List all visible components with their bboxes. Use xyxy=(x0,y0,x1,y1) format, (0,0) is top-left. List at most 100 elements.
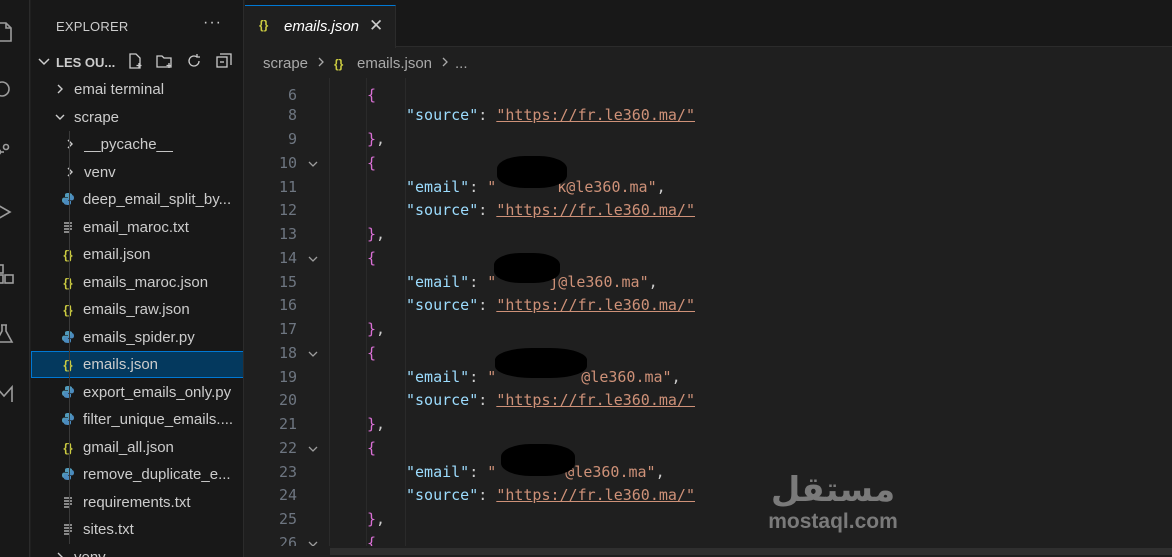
open-brace: { xyxy=(367,344,377,362)
source-url[interactable]: "https://fr.le360.ma/" xyxy=(496,486,695,504)
breadcrumb-folder[interactable]: scrape xyxy=(263,55,308,72)
extensions-icon[interactable] xyxy=(0,262,16,286)
more-actions-button[interactable]: ··· xyxy=(203,14,222,32)
json-key: "email" xyxy=(406,273,470,291)
python-file-icon xyxy=(60,467,76,483)
open-brace: { xyxy=(367,154,377,172)
fold-chevron-icon[interactable] xyxy=(306,537,320,546)
breadcrumb-file[interactable]: emails.json xyxy=(357,55,432,72)
tree-item-label: requirements.txt xyxy=(83,493,191,511)
refresh-icon[interactable] xyxy=(185,52,203,70)
line-number: 14 xyxy=(278,249,297,267)
fold-chevron-icon[interactable] xyxy=(306,157,320,171)
tree-item[interactable]: {} email.json xyxy=(31,241,243,268)
new-file-icon[interactable] xyxy=(126,52,144,70)
line-number: 21 xyxy=(278,415,297,433)
tree-item[interactable]: __pycache__ xyxy=(31,131,243,158)
indent-guide xyxy=(69,131,70,544)
fold-chevron-icon[interactable] xyxy=(306,252,320,266)
line-number: 12 xyxy=(278,201,297,219)
code-line: { xyxy=(367,342,376,365)
explorer-icon[interactable] xyxy=(0,20,16,44)
tree-item[interactable]: {} gmail_all.json xyxy=(31,434,243,461)
tree-item[interactable]: email_maroc.txt xyxy=(31,214,243,241)
open-brace: { xyxy=(367,534,377,546)
json-key: "source" xyxy=(406,486,479,504)
tree-item[interactable]: venv xyxy=(31,159,243,186)
json-file-icon: {} xyxy=(63,440,73,455)
workspace-section-header[interactable]: LES OU... xyxy=(31,48,243,76)
chevron-right-icon xyxy=(440,55,450,69)
source-url[interactable]: "https://fr.le360.ma/" xyxy=(496,296,695,314)
json-key: "email" xyxy=(406,178,470,196)
remote-explorer-icon[interactable] xyxy=(0,382,16,406)
code-line: { xyxy=(367,84,376,107)
tree-item[interactable]: sites.txt xyxy=(31,516,243,543)
tree-item[interactable]: filter_unique_emails.... xyxy=(31,406,243,433)
gutter-divider xyxy=(329,78,330,546)
tree-item[interactable]: export_emails_only.py xyxy=(31,379,243,406)
source-url[interactable]: "https://fr.le360.ma/" xyxy=(496,391,695,409)
tree-item[interactable]: {} emails_maroc.json xyxy=(31,269,243,296)
tree-item-label: scrape xyxy=(74,108,120,126)
line-number: 20 xyxy=(278,391,297,409)
code-line: "source": "https://fr.le360.ma/" xyxy=(406,296,695,314)
search-icon[interactable] xyxy=(0,79,16,103)
json-file-icon: {} xyxy=(63,275,73,290)
tree-item-label: venv xyxy=(84,163,116,181)
tree-item-label: emails.json xyxy=(83,356,159,373)
tree-item-label: filter_unique_emails.... xyxy=(83,411,234,428)
code-line: "source": "https://fr.le360.ma/" xyxy=(406,201,695,219)
code-line: }, xyxy=(367,415,386,433)
tree-item-label: emails_spider.py xyxy=(83,328,195,346)
tree-item[interactable]: deep_email_split_by... xyxy=(31,186,243,213)
source-control-icon[interactable] xyxy=(0,140,16,164)
testing-icon[interactable] xyxy=(0,322,16,346)
json-key: "email" xyxy=(406,463,470,481)
open-brace: { xyxy=(367,439,377,457)
tree-item-label: email.json xyxy=(83,246,151,263)
email-value: j@le360.ma" xyxy=(549,273,649,291)
editor-area: {} emails.json ✕ scrape {} emails.json .… xyxy=(245,0,1172,557)
line-number: 19 xyxy=(278,368,297,386)
horizontal-scrollbar[interactable] xyxy=(245,546,1172,557)
scrollbar-thumb[interactable] xyxy=(330,548,1172,555)
text-file-icon xyxy=(60,220,76,236)
source-url[interactable]: "https://fr.le360.ma/" xyxy=(496,106,695,124)
fold-chevron-icon[interactable] xyxy=(306,347,320,361)
collapse-all-icon[interactable] xyxy=(215,52,233,70)
run-debug-icon[interactable] xyxy=(0,200,16,224)
redaction-mark xyxy=(501,444,575,476)
tree-item[interactable]: {} emails.json xyxy=(31,351,243,378)
line-number: 17 xyxy=(278,320,297,338)
source-url[interactable]: "https://fr.le360.ma/" xyxy=(496,201,695,219)
tree-item-label: venv xyxy=(74,548,106,557)
close-icon[interactable]: ✕ xyxy=(369,16,383,36)
tree-item-label: emails_raw.json xyxy=(83,301,190,318)
tree-item[interactable]: requirements.txt xyxy=(31,489,243,516)
tree-item[interactable]: emails_spider.py xyxy=(31,324,243,351)
line-number: 25 xyxy=(278,510,297,528)
tree-item-label: deep_email_split_by... xyxy=(83,191,232,208)
tree-item[interactable]: scrape xyxy=(31,104,243,131)
line-number: 11 xyxy=(278,178,297,196)
python-file-icon xyxy=(60,330,76,346)
tree-item[interactable]: venv xyxy=(31,544,243,557)
code-line: { xyxy=(367,532,376,546)
watermark-latin: mostaql.com xyxy=(768,510,898,533)
code-editor[interactable]: 6{8 "source": "https://fr.le360.ma/" 9}, 10… xyxy=(245,78,1172,546)
indent-guide xyxy=(405,78,406,546)
json-key: "source" xyxy=(406,201,479,219)
new-folder-icon[interactable] xyxy=(155,52,173,70)
tree-item[interactable]: remove_duplicate_e... xyxy=(31,461,243,488)
tree-item[interactable]: emai terminal xyxy=(31,76,243,103)
fold-chevron-icon[interactable] xyxy=(306,442,320,456)
close-brace: } xyxy=(367,320,377,338)
json-file-icon: {} xyxy=(63,358,73,372)
line-number: 8 xyxy=(287,106,297,124)
breadcrumb-more[interactable]: ... xyxy=(455,55,468,72)
chevron-down-icon xyxy=(36,53,52,69)
tab-emails-json[interactable]: {} emails.json ✕ xyxy=(245,5,396,48)
tree-item[interactable]: {} emails_raw.json xyxy=(31,296,243,323)
json-key: "source" xyxy=(406,106,479,124)
